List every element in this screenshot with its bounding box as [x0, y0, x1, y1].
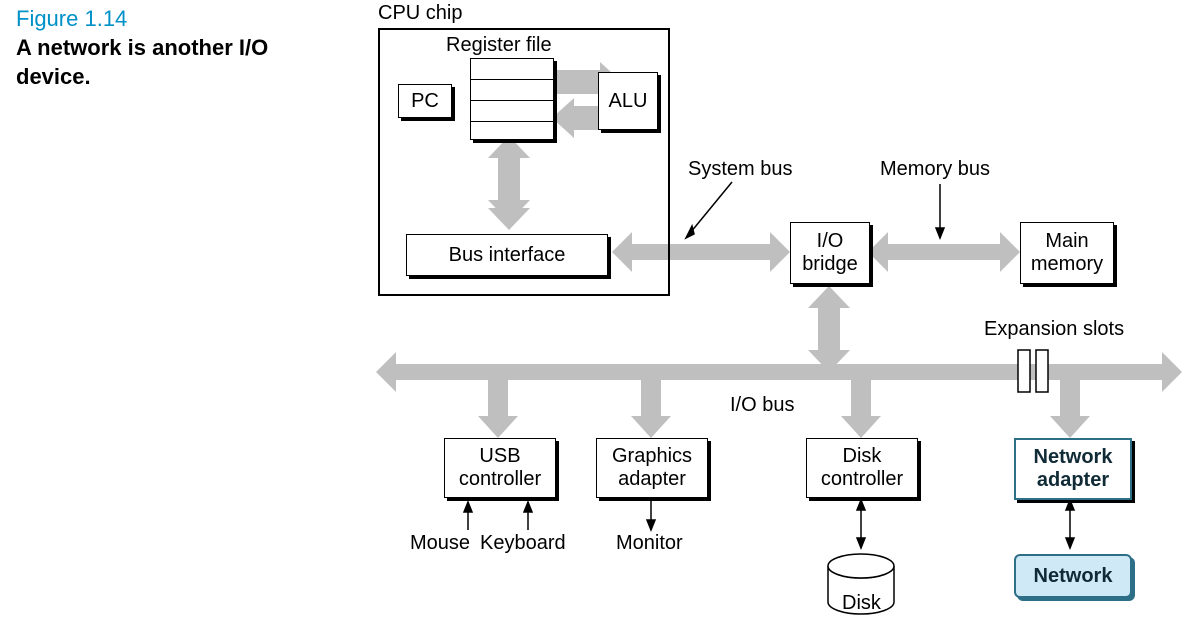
- pc-box: PC: [398, 84, 452, 118]
- usb-controller-box: USB controller: [444, 438, 556, 498]
- main-memory-box: Main memory: [1020, 222, 1114, 284]
- register-file-box: [470, 58, 554, 140]
- figure-caption: A network is another I/O device.: [16, 34, 268, 91]
- network-box: Network: [1014, 554, 1132, 598]
- figure-number: Figure 1.14: [16, 6, 127, 32]
- bus-interface-box: Bus interface: [406, 234, 608, 276]
- graphics-adapter-box: Graphics adapter: [596, 438, 708, 498]
- cpu-network-diagram: CPU chip Register file PC ALU Bus interf…: [370, 0, 1189, 634]
- io-bridge-box: I/O bridge: [790, 222, 870, 284]
- alu-box: ALU: [598, 72, 658, 130]
- disk-controller-box: Disk controller: [806, 438, 918, 498]
- network-adapter-box: Network adapter: [1014, 438, 1132, 500]
